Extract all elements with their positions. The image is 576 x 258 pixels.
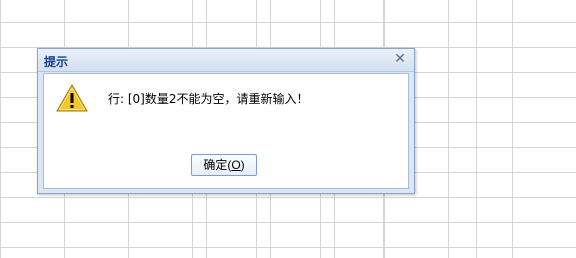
ok-label-suffix: ) — [240, 158, 245, 172]
dialog-titlebar[interactable]: 提示 ✕ — [38, 49, 414, 72]
warning-triangle-icon — [56, 84, 88, 112]
dialog-message: 行: [0]数量2不能为空，请重新输入！ — [108, 92, 309, 106]
dialog-title: 提示 — [44, 55, 69, 69]
ok-label-mnemonic: O — [231, 158, 241, 172]
ok-button[interactable]: 确定(O) — [191, 154, 257, 176]
dialog-body: 行: [0]数量2不能为空，请重新输入！ 确定(O) — [43, 73, 409, 189]
ok-label-prefix: 确定( — [203, 158, 232, 172]
alert-dialog: 提示 ✕ 行: [0]数量2不能为空，请重新输入！ 确定(O) — [37, 48, 415, 194]
close-icon[interactable]: ✕ — [392, 51, 408, 67]
